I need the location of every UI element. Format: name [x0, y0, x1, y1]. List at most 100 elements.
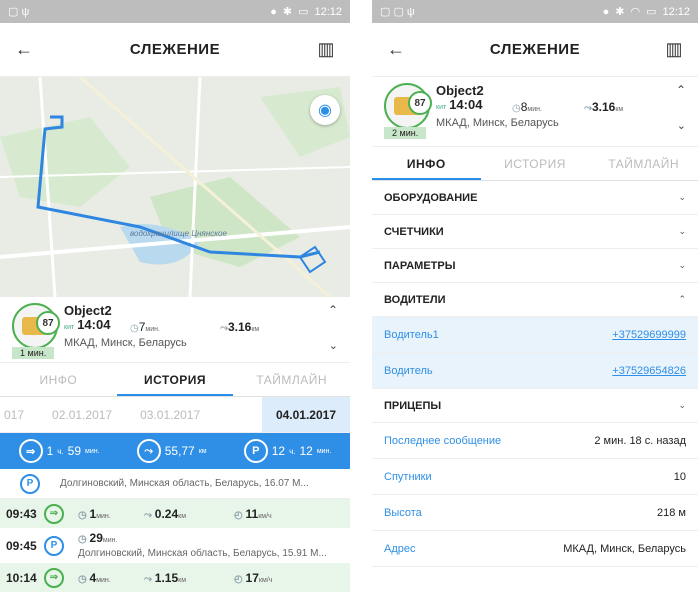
tab-bar: ИНФО ИСТОРИЯ ТАЙМЛАЙН: [372, 147, 698, 181]
history-screen: ▢ ψ ● ✱ ▭ 12:12 ← СЛЕЖЕНИЕ ▥ водохранилище …: [0, 0, 350, 608]
speed-badge: 87: [408, 91, 432, 115]
object-address: МКАД, Минск, Беларусь: [436, 117, 559, 129]
speed-badge: 87: [36, 311, 60, 335]
move-icon: ⇒: [18, 439, 43, 463]
object-time: кит 14:04: [436, 97, 483, 112]
driver-name: Водитель: [384, 364, 433, 377]
tab-timeline[interactable]: ТАЙМЛАЙН: [233, 363, 350, 396]
notification-icons: ▢ ▢ ψ: [380, 6, 415, 18]
speed-icon: ◴: [234, 573, 246, 585]
distance-icon: ⤳: [136, 439, 161, 463]
object-card[interactable]: 87 1 мин. Object2 кит 14:04 ◷7мин. ⤳3.16к…: [0, 297, 350, 363]
section-trailers[interactable]: ПРИЦЕПЫ ⌄: [372, 389, 698, 423]
clock-icon: ◷: [130, 323, 139, 334]
section-drivers[interactable]: ВОДИТЕЛИ ⌃: [372, 283, 698, 317]
date-item[interactable]: 02.01.2017: [38, 397, 126, 432]
object-time: кит 14:04: [64, 317, 111, 332]
section-equipment[interactable]: ОБОРУДОВАНИЕ ⌄: [372, 181, 698, 215]
last-update-badge: 1 мин.: [12, 347, 55, 359]
chevron-down-icon[interactable]: ⌄: [677, 119, 686, 132]
chevron-down-icon[interactable]: ⌄: [329, 339, 338, 352]
clock: 12:12: [662, 5, 690, 18]
parking-icon: P: [20, 473, 40, 494]
back-arrow-icon[interactable]: ←: [386, 39, 406, 60]
info-value: МКАД, Минск, Беларусь: [563, 542, 686, 555]
chevron-down-icon: ⌄: [678, 192, 686, 202]
move-icon: ⇒: [44, 503, 64, 524]
wifi-icon: ◠: [630, 6, 641, 18]
driver-phone-link[interactable]: +37529699999: [612, 329, 686, 341]
tab-history[interactable]: ИСТОРИЯ: [481, 147, 590, 180]
distance-icon: ⤳: [144, 573, 155, 585]
driver-phone-link[interactable]: +37529654826: [612, 365, 686, 377]
chevron-up-icon[interactable]: ⌃: [676, 83, 686, 97]
map-icon[interactable]: ▥: [664, 39, 684, 60]
date-item[interactable]: 017: [0, 397, 38, 432]
battery-icon: ▭: [646, 6, 657, 18]
move-icon: ⇒: [44, 567, 64, 588]
object-distance: ⤳3.16км: [220, 320, 260, 334]
clock-icon: ◷: [78, 533, 90, 545]
battery-icon: ▭: [298, 6, 309, 18]
driver-row: Водитель +37529654826: [372, 353, 698, 389]
chevron-down-icon: ⌄: [678, 226, 686, 236]
map-icon[interactable]: ▥: [316, 39, 336, 60]
map-view[interactable]: водохранилище Цнянское ◉: [0, 77, 350, 297]
info-row: Адрес МКАД, Минск, Беларусь: [372, 531, 698, 567]
speed-icon: ◴: [234, 509, 246, 521]
object-card[interactable]: 87 2 мин. Object2 кит 14:04 ◷8мин. ⤳3.16к…: [372, 77, 698, 147]
tab-history[interactable]: ИСТОРИЯ: [116, 363, 234, 396]
clock-icon: ◷: [78, 509, 90, 521]
history-row[interactable]: 09:43 ⇒ ◷ 1мин. ⤳ 0.24км ◴ 11км/ч: [0, 499, 350, 529]
status-bar: ▢ ▢ ψ ● ✱ ◠ ▭ 12:12: [372, 0, 698, 23]
object-name: Object2: [64, 303, 112, 318]
my-location-button[interactable]: ◉: [310, 95, 340, 125]
app-bar: ← СЛЕЖЕНИЕ ▥: [372, 23, 698, 77]
driver-row: Водитель1 +37529699999: [372, 317, 698, 353]
clock-icon: ◷: [78, 573, 90, 585]
map-label: водохранилище Цнянское: [130, 229, 227, 238]
tab-info[interactable]: ИНФО: [0, 363, 117, 396]
bluetooth-icon: ✱: [615, 6, 625, 18]
parking-icon: P: [44, 535, 64, 556]
tab-timeline[interactable]: ТАЙМЛАЙН: [589, 147, 698, 180]
chevron-up-icon[interactable]: ⌃: [328, 303, 338, 317]
page-title: СЛЕЖЕНИЕ: [129, 41, 221, 58]
history-row[interactable]: 09:45 P ◷ 29мин. Долгиновский, Минская о…: [0, 529, 350, 563]
info-row: Последнее сообщение 2 мин. 18 с. назад: [372, 423, 698, 459]
info-value: 218 м: [657, 506, 686, 519]
object-distance: ⤳3.16км: [584, 100, 624, 114]
distance-icon: ⤳: [220, 323, 228, 334]
tab-info[interactable]: ИНФО: [372, 147, 481, 180]
clock-icon: ◷: [512, 103, 521, 114]
map-canvas: [0, 77, 350, 297]
distance-icon: ⤳: [144, 509, 155, 521]
bluetooth-icon: ✱: [282, 6, 293, 18]
event-time: 09:45: [6, 538, 37, 553]
tab-bar: ИНФО ИСТОРИЯ ТАЙМЛАЙН: [0, 363, 350, 397]
chevron-up-icon: ⌃: [678, 294, 686, 304]
summary-parking: P 12 ч. 12 мин.: [243, 439, 331, 463]
info-key: Последнее сообщение: [384, 434, 502, 447]
date-item-selected[interactable]: 04.01.2017: [261, 397, 350, 432]
section-counters[interactable]: СЧЕТЧИКИ ⌄: [372, 215, 698, 249]
history-row[interactable]: 10:14 ⇒ ◷ 4мин. ⤳ 1.15км ◴ 17км/ч: [0, 563, 350, 593]
stop-address: Долгиновский, Минская область, Беларусь,…: [60, 478, 309, 489]
chevron-down-icon: ⌄: [678, 400, 686, 410]
status-bar: ▢ ψ ● ✱ ▭ 12:12: [0, 0, 350, 23]
back-arrow-icon[interactable]: ←: [14, 39, 34, 60]
history-row[interactable]: P Долгиновский, Минская область, Беларус…: [0, 469, 350, 499]
info-row: Спутники 10: [372, 459, 698, 495]
info-key: Спутники: [384, 470, 432, 483]
target-icon: ◉: [318, 102, 332, 119]
section-parameters[interactable]: ПАРАМЕТРЫ ⌄: [372, 249, 698, 283]
object-address: МКАД, Минск, Беларусь: [64, 337, 187, 349]
clock: 12:12: [314, 5, 342, 18]
date-selector: 017 02.01.2017 03.01.2017 04.01.2017: [0, 397, 350, 433]
object-name: Object2: [436, 83, 484, 98]
date-item[interactable]: 03.01.2017: [126, 397, 214, 432]
location-icon: ●: [270, 5, 277, 18]
location-icon: ●: [602, 5, 610, 18]
summary-distance: ⤳ 55,77 км: [136, 439, 207, 463]
event-time: 10:14: [6, 570, 37, 585]
